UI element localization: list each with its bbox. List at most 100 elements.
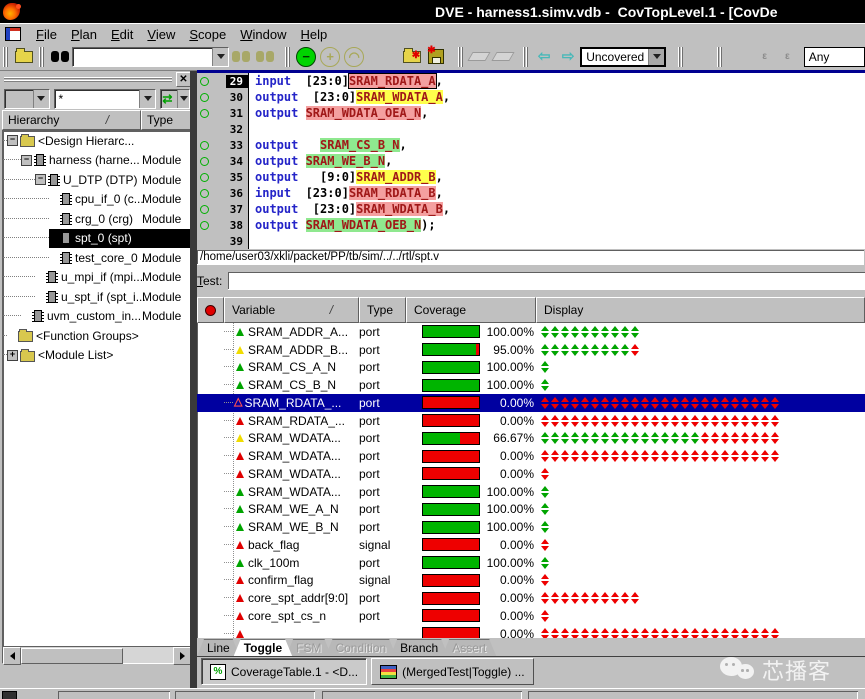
- scroll-right-icon[interactable]: [173, 647, 191, 665]
- tree-item-test_core_0[interactable]: test_core_0 ... Module: [3, 248, 190, 268]
- toolbar-grip[interactable]: [678, 46, 685, 67]
- tree-item-functiongroups[interactable]: <Function Groups>: [3, 326, 190, 346]
- save-coverage-button[interactable]: ✱: [424, 46, 448, 68]
- panel-grip[interactable]: [4, 77, 172, 82]
- code-line-36[interactable]: input [23:0]SRAM_RDATA_B,: [249, 185, 865, 201]
- table-row-SRAM_RDATA_...[interactable]: SRAM_RDATA_... port 0.00%: [197, 412, 865, 430]
- menu-plan[interactable]: Plan: [64, 25, 104, 44]
- load-coverage-button[interactable]: ✱: [400, 46, 424, 68]
- filter-pattern-input[interactable]: *: [53, 88, 157, 109]
- table-row-SRAM_WE_B_N[interactable]: SRAM_WE_B_N port 100.00%: [197, 518, 865, 536]
- menu-scope[interactable]: Scope: [182, 25, 233, 44]
- prev-uncovered-button[interactable]: ⇦: [532, 46, 556, 68]
- hierarchy-hscrollbar[interactable]: [2, 646, 192, 665]
- tree-item-crg_0crg[interactable]: crg_0 (crg) Module: [3, 209, 190, 229]
- code-line-34[interactable]: output SRAM_WE_B_N,: [249, 153, 865, 169]
- coverage-filter-arrow[interactable]: [648, 48, 665, 65]
- tree-item-uvm_custom_in[interactable]: uvm_custom_in... Module: [3, 307, 190, 327]
- scope-arrow[interactable]: [32, 89, 49, 108]
- menu-edit[interactable]: Edit: [104, 25, 140, 44]
- scope-select[interactable]: [4, 88, 50, 109]
- gutter-line-39[interactable]: 39: [197, 233, 248, 249]
- tree-item-u_dtpdtp[interactable]: − U_DTP (DTP) Module: [3, 170, 190, 190]
- search-button[interactable]: [48, 46, 72, 68]
- menu-view[interactable]: View: [140, 25, 182, 44]
- next-uncovered-button[interactable]: ⇨: [556, 46, 580, 68]
- close-icon[interactable]: ✕: [176, 72, 191, 87]
- gutter-line-33[interactable]: 33: [197, 137, 248, 153]
- tree-item-harnessharne[interactable]: − harness (harne... Module: [3, 151, 190, 171]
- tab-line[interactable]: Line: [197, 639, 240, 656]
- code-line-30[interactable]: output [23:0]SRAM_WDATA_A,: [249, 89, 865, 105]
- code-line-38[interactable]: output SRAM_WDATA_OEB_N);: [249, 217, 865, 233]
- expand-icon[interactable]: +: [7, 349, 18, 361]
- table-row-SRAM_CS_A_N[interactable]: SRAM_CS_A_N port 100.00%: [197, 359, 865, 377]
- table-row-core_spt_cs_n[interactable]: core_spt_cs_n port 0.00%: [197, 607, 865, 625]
- coverage-column-header[interactable]: Coverage: [406, 297, 536, 323]
- table-row-clk_100m[interactable]: clk_100m port 100.00%: [197, 554, 865, 572]
- coverage-filter-select[interactable]: Uncovered: [580, 46, 667, 67]
- search-dropdown-arrow[interactable]: [212, 47, 229, 66]
- scroll-left-icon[interactable]: [3, 647, 21, 665]
- expand-button[interactable]: +: [318, 46, 342, 68]
- code-line-35[interactable]: output [9:0]SRAM_ADDR_B,: [249, 169, 865, 185]
- filter-pattern-arrow[interactable]: [139, 89, 156, 108]
- tree-item-u_spt_ifspt_i[interactable]: u_spt_if (spt_i... Module: [3, 287, 190, 307]
- code-line-32[interactable]: [249, 121, 865, 137]
- collapse-icon[interactable]: −: [7, 135, 18, 147]
- tab-toggle[interactable]: Toggle: [234, 639, 292, 656]
- code-line-31[interactable]: output SRAM_WDATA_OEA_N,: [249, 105, 865, 121]
- gutter-line-35[interactable]: 35: [197, 169, 248, 185]
- toolbar-grip[interactable]: [39, 46, 45, 67]
- toolbar-grip[interactable]: [458, 46, 465, 67]
- gutter-line-34[interactable]: 34: [197, 153, 248, 169]
- tree-item-u_mpi_ifmpi[interactable]: u_mpi_if (mpi... Module: [3, 268, 190, 288]
- table-row-SRAM_WDATA...[interactable]: SRAM_WDATA... port 0.00%: [197, 447, 865, 465]
- gutter-line-29[interactable]: 29: [197, 73, 248, 89]
- any-filter-select[interactable]: Any: [803, 46, 865, 67]
- display-column-header[interactable]: Display: [536, 297, 865, 323]
- code-line-39[interactable]: [249, 233, 865, 249]
- tree-item-cpu_if_0c[interactable]: cpu_if_0 (c... Module: [3, 190, 190, 210]
- table-row-back_flag[interactable]: back_flag signal 0.00%: [197, 536, 865, 554]
- test-input[interactable]: [228, 272, 865, 290]
- code-line-29[interactable]: input [23:0]SRAM_RDATA_A,: [249, 73, 865, 89]
- find-previous-button[interactable]: [229, 46, 253, 68]
- collapse-button[interactable]: −: [294, 46, 318, 68]
- toolbar-grip[interactable]: [285, 46, 292, 67]
- sync-button[interactable]: ⇄: [160, 88, 190, 109]
- epsilon-icon[interactable]: ε: [762, 51, 767, 62]
- type-column-header[interactable]: Type: [359, 297, 406, 323]
- sync-arrow[interactable]: [177, 89, 189, 108]
- window-menu-icon[interactable]: [5, 27, 21, 41]
- table-row-SRAM_RDATA_...[interactable]: △ SRAM_RDATA_... port 0.00%: [197, 394, 865, 412]
- window-tab-coverage-table[interactable]: % CoverageTable.1 - <D...: [201, 658, 368, 685]
- window-tab-merged-test[interactable]: (MergedTest|Toggle) ...: [371, 658, 534, 685]
- table-row-confirm_flag[interactable]: confirm_flag signal 0.00%: [197, 572, 865, 590]
- gutter-line-30[interactable]: 30: [197, 89, 248, 105]
- table-row-SRAM_WDATA...[interactable]: SRAM_WDATA... port 66.67%: [197, 430, 865, 448]
- menu-window[interactable]: Window: [233, 25, 293, 44]
- table-row-partial[interactable]: 0.00%: [197, 625, 865, 638]
- zoom-button[interactable]: ◠: [342, 46, 366, 68]
- table-row-SRAM_WE_A_N[interactable]: SRAM_WE_A_N port 100.00%: [197, 501, 865, 519]
- table-row-core_spt_addr[9:0][interactable]: core_spt_addr[9:0] port 0.00%: [197, 589, 865, 607]
- open-database-button[interactable]: [12, 46, 36, 68]
- collapse-icon[interactable]: −: [35, 174, 46, 186]
- gutter-line-38[interactable]: 38: [197, 217, 248, 233]
- collapse-icon[interactable]: −: [21, 154, 32, 166]
- toolbar-grip[interactable]: [717, 46, 724, 67]
- table-row-SRAM_ADDR_A...[interactable]: SRAM_ADDR_A... port 100.00%: [197, 323, 865, 341]
- waveform-button-2[interactable]: [491, 46, 515, 68]
- menu-file[interactable]: File: [29, 25, 64, 44]
- find-next-button[interactable]: [253, 46, 277, 68]
- waveform-button-1[interactable]: [467, 46, 491, 68]
- gutter-line-32[interactable]: 32: [197, 121, 248, 137]
- gutter-line-36[interactable]: 36: [197, 185, 248, 201]
- code-line-37[interactable]: output [23:0]SRAM_WDATA_B,: [249, 201, 865, 217]
- tree-item-designhierarc[interactable]: − <Design Hierarc...: [3, 131, 190, 151]
- scrollbar-thumb[interactable]: [21, 648, 123, 664]
- type-column-header[interactable]: Type: [141, 110, 191, 130]
- toolbar-grip[interactable]: [3, 46, 9, 67]
- tab-branch[interactable]: Branch: [390, 639, 448, 656]
